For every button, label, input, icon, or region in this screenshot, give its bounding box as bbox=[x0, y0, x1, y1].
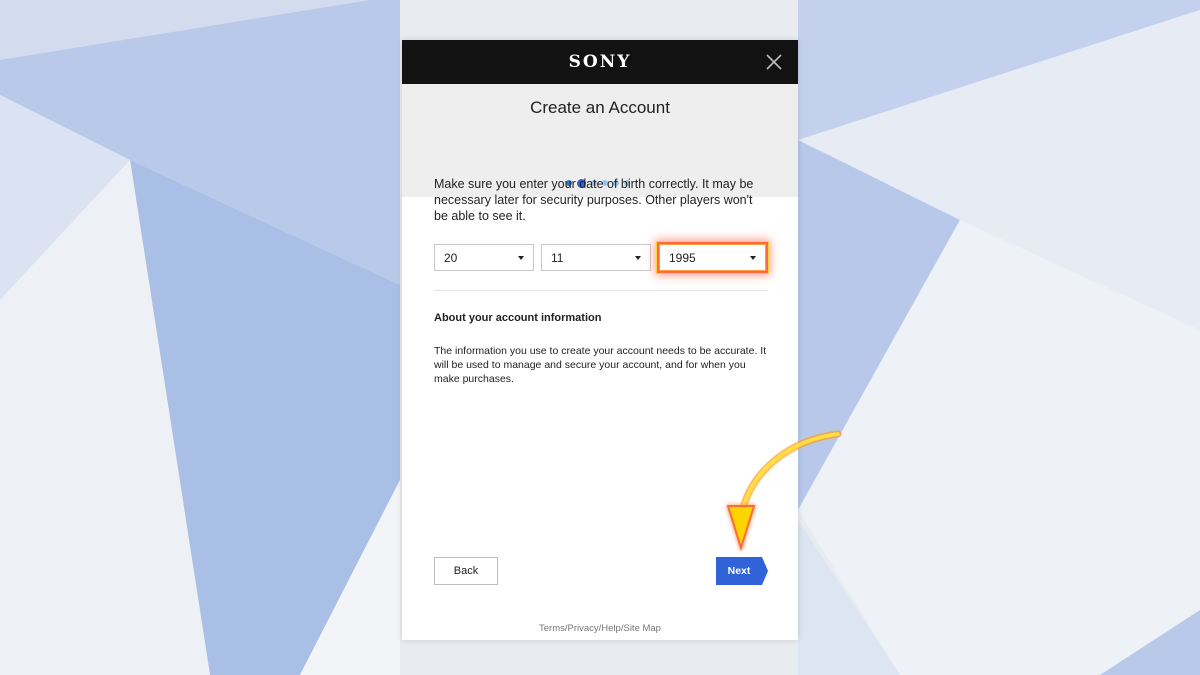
birth-month-select[interactable]: 11 bbox=[541, 244, 651, 271]
birth-year-value: 1995 bbox=[669, 251, 696, 265]
dob-instructions: Make sure you enter your date of birth c… bbox=[434, 177, 754, 223]
birth-month-value: 11 bbox=[551, 251, 564, 265]
about-heading: About your account information bbox=[434, 312, 602, 324]
birth-day-select[interactable]: 20 bbox=[434, 244, 534, 271]
dialog-top-bar: SONY bbox=[402, 40, 798, 84]
divider bbox=[434, 290, 768, 291]
chevron-down-icon bbox=[635, 256, 641, 260]
birth-day-value: 20 bbox=[444, 251, 458, 265]
chevron-down-icon bbox=[750, 256, 756, 260]
create-account-dialog: SONY Create an Account Make sure you ent… bbox=[402, 40, 798, 640]
footer-links[interactable]: Terms/Privacy/Help/Site Map bbox=[402, 623, 798, 634]
about-text: The information you use to create your a… bbox=[434, 345, 767, 385]
close-icon[interactable] bbox=[763, 51, 785, 73]
next-button-label: Next bbox=[727, 565, 751, 577]
chevron-down-icon bbox=[518, 256, 524, 260]
page-title: Create an Account bbox=[530, 98, 670, 117]
sony-logo: SONY bbox=[568, 52, 632, 72]
birth-year-select[interactable]: 1995 bbox=[659, 244, 766, 271]
next-button[interactable]: Next bbox=[716, 557, 768, 585]
back-button[interactable]: Back bbox=[434, 557, 498, 585]
